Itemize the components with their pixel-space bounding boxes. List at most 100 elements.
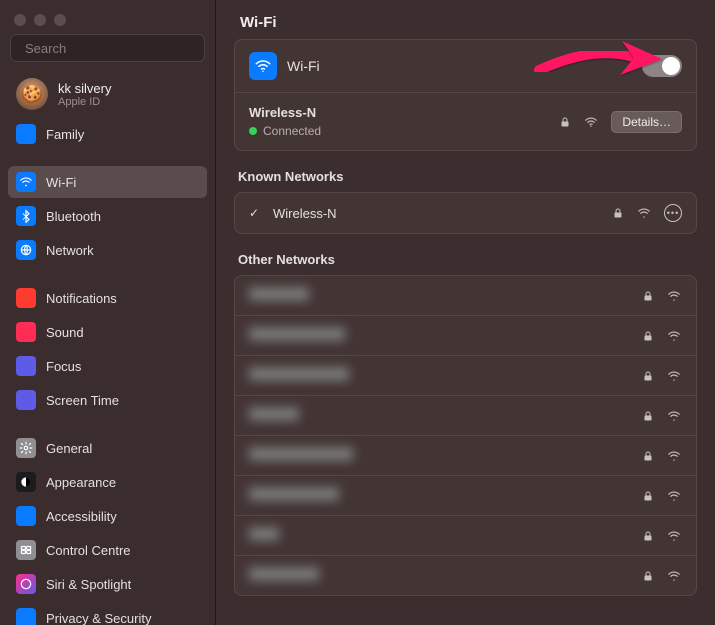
sidebar-item-notifications[interactable]: Notifications — [8, 282, 207, 314]
status-dot-icon — [249, 127, 257, 135]
connected-network-name: Wireless-N — [249, 105, 559, 120]
wifi-signal-icon — [583, 115, 599, 129]
sidebar-item-label: General — [46, 441, 92, 456]
sidebar-item-focus[interactable]: Focus — [8, 350, 207, 382]
other-network-row[interactable] — [235, 356, 696, 396]
sidebar-item-siri-spotlight[interactable]: Siri & Spotlight — [8, 568, 207, 600]
sidebar-item-label: Privacy & Security — [46, 611, 151, 625]
network-name — [249, 407, 642, 424]
sidebar-item-control-centre[interactable]: Control Centre — [8, 534, 207, 566]
lock-icon — [642, 449, 654, 463]
sidebar-item-appearance[interactable]: Appearance — [8, 466, 207, 498]
bt-icon — [16, 206, 36, 226]
sidebar-item-wi-fi[interactable]: Wi-Fi — [8, 166, 207, 198]
sidebar-item-label: Sound — [46, 325, 84, 340]
apple-id-account[interactable]: 🍪 kk silvery Apple ID — [8, 72, 207, 116]
wifi-label: Wi-Fi — [287, 58, 642, 74]
zoom-window-button[interactable] — [54, 14, 66, 26]
wifi-status-card: Wi-Fi Wireless-N Connected — [234, 39, 697, 151]
checkmark-icon: ✓ — [249, 206, 265, 220]
lock-icon — [642, 569, 654, 583]
sidebar-item-label: Bluetooth — [46, 209, 101, 224]
known-networks-list: ✓ Wireless-N ••• — [234, 192, 697, 234]
search-input[interactable] — [25, 41, 201, 56]
cc-icon — [16, 540, 36, 560]
moon-icon — [16, 356, 36, 376]
sidebar-item-privacy-security[interactable]: Privacy & Security — [8, 602, 207, 625]
wifi-icon — [16, 172, 36, 192]
sidebar-item-label: Wi-Fi — [46, 175, 76, 190]
network-name — [249, 367, 642, 384]
other-networks-list — [234, 275, 697, 596]
other-network-row[interactable] — [235, 396, 696, 436]
wifi-toggle[interactable] — [642, 55, 682, 77]
sidebar-item-label: Accessibility — [46, 509, 117, 524]
minimize-window-button[interactable] — [34, 14, 46, 26]
other-network-row[interactable] — [235, 276, 696, 316]
wifi-signal-icon — [666, 449, 682, 463]
sidebar-item-accessibility[interactable]: Accessibility — [8, 500, 207, 532]
hand-icon — [16, 608, 36, 625]
wifi-signal-icon — [666, 569, 682, 583]
sidebar-item-family[interactable]: Family — [8, 118, 207, 150]
network-name: Wireless-N — [273, 206, 612, 221]
globe-icon — [16, 240, 36, 260]
gear-icon — [16, 438, 36, 458]
wifi-icon — [249, 52, 277, 80]
lock-icon — [642, 329, 654, 343]
wifi-signal-icon — [666, 329, 682, 343]
known-network-row[interactable]: ✓ Wireless-N ••• — [235, 193, 696, 233]
search-field[interactable] — [10, 34, 205, 62]
sidebar-item-general[interactable]: General — [8, 432, 207, 464]
sidebar: 🍪 kk silvery Apple ID Family Wi-Fi Bluetoo… — [0, 0, 215, 625]
sidebar-item-label: Screen Time — [46, 393, 119, 408]
lock-icon — [559, 115, 571, 129]
sidebar-item-label: Focus — [46, 359, 81, 374]
network-name — [249, 287, 642, 304]
network-name — [249, 447, 642, 464]
siri-icon — [16, 574, 36, 594]
sidebar-item-label: Notifications — [46, 291, 117, 306]
details-button[interactable]: Details… — [611, 111, 682, 133]
family-icon — [16, 124, 36, 144]
bell-icon — [16, 288, 36, 308]
network-name — [249, 567, 642, 584]
sidebar-item-screen-time[interactable]: Screen Time — [8, 384, 207, 416]
wifi-signal-icon — [636, 206, 652, 220]
other-network-row[interactable] — [235, 436, 696, 476]
sidebar-item-sound[interactable]: Sound — [8, 316, 207, 348]
lock-icon — [642, 409, 654, 423]
other-network-row[interactable] — [235, 476, 696, 516]
sidebar-item-bluetooth[interactable]: Bluetooth — [8, 200, 207, 232]
other-network-row[interactable] — [235, 556, 696, 595]
page-title: Wi-Fi — [216, 0, 715, 39]
lock-icon — [642, 289, 654, 303]
hourglass-icon — [16, 390, 36, 410]
more-options-button[interactable]: ••• — [664, 204, 682, 222]
wifi-signal-icon — [666, 409, 682, 423]
sound-icon — [16, 322, 36, 342]
network-name — [249, 487, 642, 504]
close-window-button[interactable] — [14, 14, 26, 26]
wifi-signal-icon — [666, 529, 682, 543]
known-networks-title: Known Networks — [238, 169, 693, 184]
sidebar-item-network[interactable]: Network — [8, 234, 207, 266]
other-network-row[interactable] — [235, 316, 696, 356]
wifi-signal-icon — [666, 289, 682, 303]
sidebar-item-label: Control Centre — [46, 543, 131, 558]
appear-icon — [16, 472, 36, 492]
connection-status: Connected — [263, 124, 321, 138]
sidebar-item-label: Siri & Spotlight — [46, 577, 131, 592]
window-controls — [0, 0, 215, 34]
lock-icon — [612, 206, 624, 220]
network-name — [249, 327, 642, 344]
wifi-signal-icon — [666, 489, 682, 503]
sidebar-item-label: Family — [46, 127, 84, 142]
lock-icon — [642, 369, 654, 383]
other-network-row[interactable] — [235, 516, 696, 556]
lock-icon — [642, 489, 654, 503]
account-sub: Apple ID — [58, 96, 111, 108]
sidebar-item-label: Appearance — [46, 475, 116, 490]
content-pane: Wi-Fi Wi-Fi Wireless-N C — [215, 0, 715, 625]
lock-icon — [642, 529, 654, 543]
